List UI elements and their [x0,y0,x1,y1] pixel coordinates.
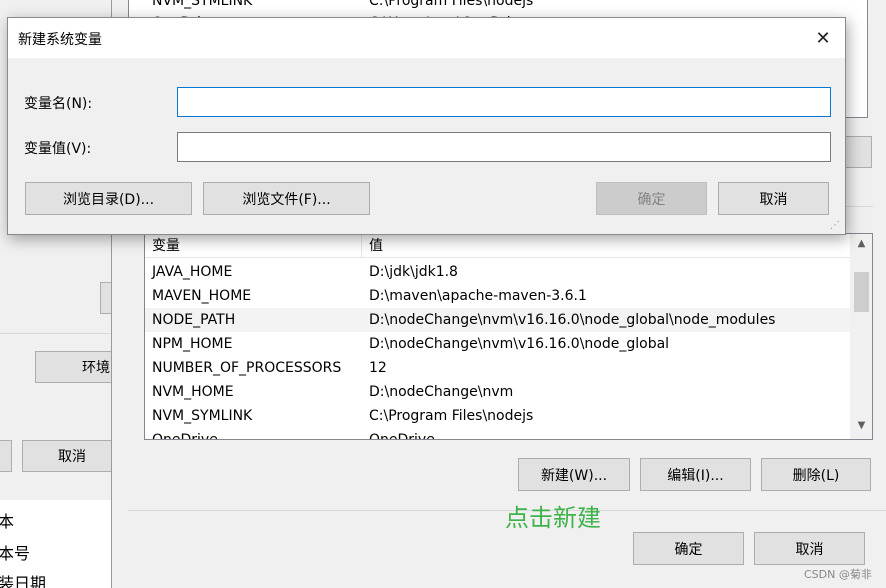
variable-name-cell: NVM_HOME [152,384,234,400]
variable-name-cell: OneDrive [152,432,218,440]
info-label: 本 [0,512,15,531]
variable-value-cell: OneDrive [369,432,435,440]
delete-variable-button[interactable]: 删除(L) [761,458,871,491]
variable-value-cell: D:\nodeChange\nvm\v16.16.0\node_global\n… [369,312,776,328]
variable-name-label: 变量名(N): [24,96,93,112]
variable-name-cell: NVM_SYMLINK [152,408,253,424]
button-label: 删除(L) [792,467,840,484]
variable-value-cell: D:\maven\apache-maven-3.6.1 [369,288,587,304]
variable-value-cell: D:\nodeChange\nvm\v16.16.0\node_global [369,336,670,352]
table-row[interactable]: NODE_PATH D:\nodeChange\nvm\v16.16.0\node… [145,308,850,332]
table-row[interactable]: OneDrive OneDrive [145,428,850,440]
header-value[interactable]: 值 [369,234,383,258]
variable-name-cell: MAVEN_HOME [152,288,252,304]
watermark: CSDN @菊非 [804,568,872,581]
browse-file-button[interactable]: 浏览文件(F)... [203,182,370,215]
list-header: 变量 值 [145,234,872,258]
variable-value-input[interactable] [177,132,831,162]
variable-name-cell: NUMBER_OF_PROCESSORS [152,360,342,376]
table-row[interactable]: MAVEN_HOME D:\maven\apache-maven-3.6.1 [145,284,850,308]
variable-name-cell: NODE_PATH [152,312,236,328]
dialog-title: 新建系统变量 [18,32,102,48]
env-cancel-button[interactable]: 取消 [754,532,865,565]
header-name[interactable]: 变量 [152,234,180,258]
button-label: 确定 [674,541,703,558]
variable-name-cell: JAVA_HOME [152,264,233,280]
background-cancel-button[interactable]: 取消 [22,440,122,472]
variable-value-cell: C:\Program Files\nodejs [369,408,534,424]
resize-grip-icon[interactable]: ⋰ [830,220,842,232]
button-label: 取消 [58,449,86,465]
button-label: 编辑(I)... [667,467,724,484]
table-row[interactable]: NVM_HOME D:\nodeChange\nvm [145,380,850,404]
button-label: 浏览目录(D)... [62,191,155,208]
variable-value-cell: 12 [369,360,387,376]
vertical-scrollbar[interactable]: ▲ ▼ [850,234,872,439]
variable-value-cell: D:\jdk\jdk1.8 [369,264,458,280]
dialog-ok-button[interactable]: 确定 [596,182,707,215]
scroll-thumb[interactable] [854,272,869,312]
button-label: 取消 [795,541,824,558]
dialog-cancel-button[interactable]: 取消 [718,182,829,215]
edit-variable-button[interactable]: 编辑(I)... [640,458,751,491]
variable-value-label: 变量值(V): [24,141,92,157]
close-icon[interactable]: ✕ [803,22,843,54]
variable-name-input[interactable] [177,87,831,117]
annotation-text: 点击新建 [505,504,601,532]
button-label: 取消 [759,191,788,208]
table-row[interactable]: NPM_HOME D:\nodeChange\nvm\v16.16.0\node_… [145,332,850,356]
variable-value-field[interactable] [178,133,830,161]
header-separator[interactable] [361,234,362,258]
env-ok-button[interactable]: 确定 [633,532,744,565]
variable-name-field[interactable] [178,88,830,116]
variable-name-cell: NPM_HOME [152,336,233,352]
button-label: 确定 [637,191,666,208]
system-vars-list[interactable]: 变量 值 JAVA_HOME D:\jdk\jdk1.8 MAVEN_HOME D:\… [144,233,873,440]
info-label: 装日期 [0,574,47,588]
browse-directory-button[interactable]: 浏览目录(D)... [25,182,192,215]
table-row[interactable]: JAVA_HOME D:\jdk\jdk1.8 [145,260,850,284]
table-row[interactable]: NUMBER_OF_PROCESSORS 12 [145,356,850,380]
button-label: 环境 [82,360,110,376]
table-row[interactable]: NVM_SYMLINK C:\Program Files\nodejs [145,404,850,428]
button-label: 浏览文件(F)... [242,191,331,208]
new-variable-button[interactable]: 新建(W)... [518,458,630,491]
variable-value-cell: D:\nodeChange\nvm [369,384,514,400]
scroll-up-icon[interactable]: ▲ [853,238,870,249]
dialog-titlebar[interactable]: 新建系统变量 ✕ [8,18,845,58]
scroll-down-icon[interactable]: ▼ [853,420,870,431]
info-label: 本号 [0,544,31,563]
partial-ok-button[interactable] [0,440,12,472]
new-system-variable-dialog: 新建系统变量 ✕ 变量名(N): 变量值(V): 浏览目录(D)... 浏览文件… [7,17,846,235]
button-label: 新建(W)... [540,467,608,484]
